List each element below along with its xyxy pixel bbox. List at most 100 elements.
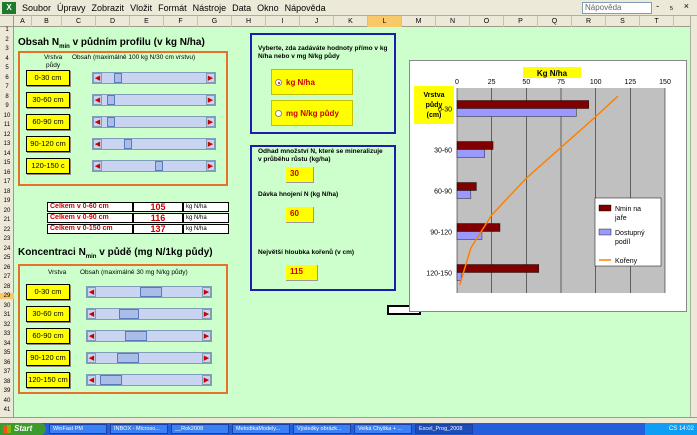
scroll-left-icon[interactable]: ◀ [87,331,96,341]
row-header[interactable]: 23 [0,236,14,242]
row-header[interactable]: 36 [0,360,14,366]
scroll-right-icon[interactable]: ▶ [202,375,211,385]
column-header[interactable]: P [504,16,538,27]
row-header[interactable]: 17 [0,179,14,185]
row-header[interactable]: 9 [0,103,14,109]
scroll-thumb[interactable] [124,139,133,149]
column-header[interactable]: A [14,16,32,27]
taskbar-item[interactable]: INBOX - Microso... [110,424,168,434]
menu-soubor[interactable]: Soubor [19,3,54,13]
menu-nastroje[interactable]: Nástroje [190,3,230,13]
row-header[interactable]: 20 [0,208,14,214]
taskbar-item[interactable]: Excel_Prog_2008 [415,424,473,434]
scroll-thumb[interactable] [100,375,123,385]
row-header[interactable]: 21 [0,217,14,223]
column-header[interactable]: J [300,16,334,27]
scroll-right-icon[interactable]: ▶ [206,161,215,171]
column-header[interactable]: D [96,16,130,27]
taskbar-item[interactable]: WinFast PM [49,424,107,434]
row-header[interactable]: 28 [0,284,14,290]
taskbar-item[interactable]: Výsledky obrázk... [293,424,351,434]
window-controls[interactable]: - ₅ × [656,1,693,11]
s1-value-scrollbar[interactable]: ◀ ▶ [92,116,216,128]
column-header[interactable]: E [130,16,164,27]
row-header[interactable]: 22 [0,227,14,233]
dose-input[interactable]: 60 [286,207,314,223]
s1-value-scrollbar[interactable]: ◀ ▶ [92,72,216,84]
select-all-corner[interactable] [0,16,14,27]
row-header[interactable]: 10 [0,113,14,119]
scroll-right-icon[interactable]: ▶ [202,309,211,319]
row-header[interactable]: 5 [0,65,14,71]
row-header[interactable]: 8 [0,94,14,100]
row-header[interactable]: 35 [0,350,14,356]
row-header[interactable]: 11 [0,122,14,128]
scroll-left-icon[interactable]: ◀ [93,139,102,149]
s2-value-scrollbar[interactable]: ◀ ▶ [86,308,212,320]
s2-value-scrollbar[interactable]: ◀ ▶ [86,330,212,342]
row-header[interactable]: 29 [0,293,14,299]
s1-value-scrollbar[interactable]: ◀ ▶ [92,94,216,106]
row-header[interactable]: 31 [0,312,14,318]
s1-layer-button[interactable]: 30-60 cm [26,92,70,108]
scroll-left-icon[interactable]: ◀ [93,117,102,127]
s1-layer-button[interactable]: 60-90 cm [26,114,70,130]
row-header[interactable]: 6 [0,75,14,81]
unit-option-kg-ha[interactable]: kg N/ha [271,69,353,95]
unit-option-mg-kg[interactable]: mg N/kg půdy [271,100,353,126]
s2-value-scrollbar[interactable]: ◀ ▶ [86,352,212,364]
chart-area[interactable]: 0 25 50 75 100 125 150 Kg N/ha Vrstva půdy (cm) 0-3… [409,60,687,312]
row-header[interactable]: 38 [0,379,14,385]
s1-value-scrollbar[interactable]: ◀ ▶ [92,160,216,172]
scroll-thumb[interactable] [106,95,115,105]
scroll-left-icon[interactable]: ◀ [93,73,102,83]
row-header[interactable]: 30 [0,303,14,309]
column-header[interactable]: H [232,16,266,27]
system-tray[interactable]: CS 14:02 [645,423,697,435]
menu-vlozit[interactable]: Vložit [127,3,155,13]
column-header[interactable]: L [368,16,402,27]
scroll-right-icon[interactable]: ▶ [202,331,211,341]
scroll-left-icon[interactable]: ◀ [87,353,96,363]
row-header[interactable]: 12 [0,132,14,138]
row-header[interactable]: 2 [0,37,14,43]
menu-data[interactable]: Data [229,3,254,13]
scroll-right-icon[interactable]: ▶ [202,287,211,297]
row-header[interactable]: 37 [0,369,14,375]
row-header[interactable]: 18 [0,189,14,195]
scroll-right-icon[interactable]: ▶ [206,139,215,149]
column-header[interactable]: B [32,16,62,27]
row-header[interactable]: 7 [0,84,14,90]
vertical-scrollbar[interactable] [690,16,697,417]
s2-layer-button[interactable]: 90-120 cm [26,350,70,366]
row-header[interactable]: 32 [0,322,14,328]
scroll-thumb[interactable] [114,73,123,83]
column-header[interactable]: M [402,16,436,27]
start-button[interactable]: Start [0,423,46,435]
row-header[interactable]: 4 [0,56,14,62]
radio-kg-ha[interactable] [275,79,282,86]
scroll-left-icon[interactable]: ◀ [93,95,102,105]
scroll-thumb[interactable] [125,331,148,341]
row-header[interactable]: 33 [0,331,14,337]
scroll-left-icon[interactable]: ◀ [87,287,96,297]
row-header[interactable]: 14 [0,151,14,157]
taskbar-item[interactable]: MetodikaModely... [232,424,290,434]
column-header[interactable]: R [572,16,606,27]
taskbar-item[interactable]: Velká Chyška + ... [354,424,412,434]
menu-okno[interactable]: Okno [254,3,282,13]
s2-layer-button[interactable]: 60-90 cm [26,328,70,344]
scroll-left-icon[interactable]: ◀ [87,375,96,385]
column-header[interactable]: G [198,16,232,27]
s1-layer-button[interactable]: 0-30 cm [26,70,70,86]
row-header[interactable]: 27 [0,274,14,280]
column-header[interactable]: Q [538,16,572,27]
radio-mg-kg[interactable] [275,110,282,117]
column-header[interactable]: C [62,16,96,27]
row-header[interactable]: 25 [0,255,14,261]
row-header[interactable]: 15 [0,160,14,166]
s2-value-scrollbar[interactable]: ◀ ▶ [86,286,212,298]
scroll-right-icon[interactable]: ▶ [206,95,215,105]
column-header[interactable]: T [640,16,674,27]
scroll-thumb[interactable] [106,117,115,127]
